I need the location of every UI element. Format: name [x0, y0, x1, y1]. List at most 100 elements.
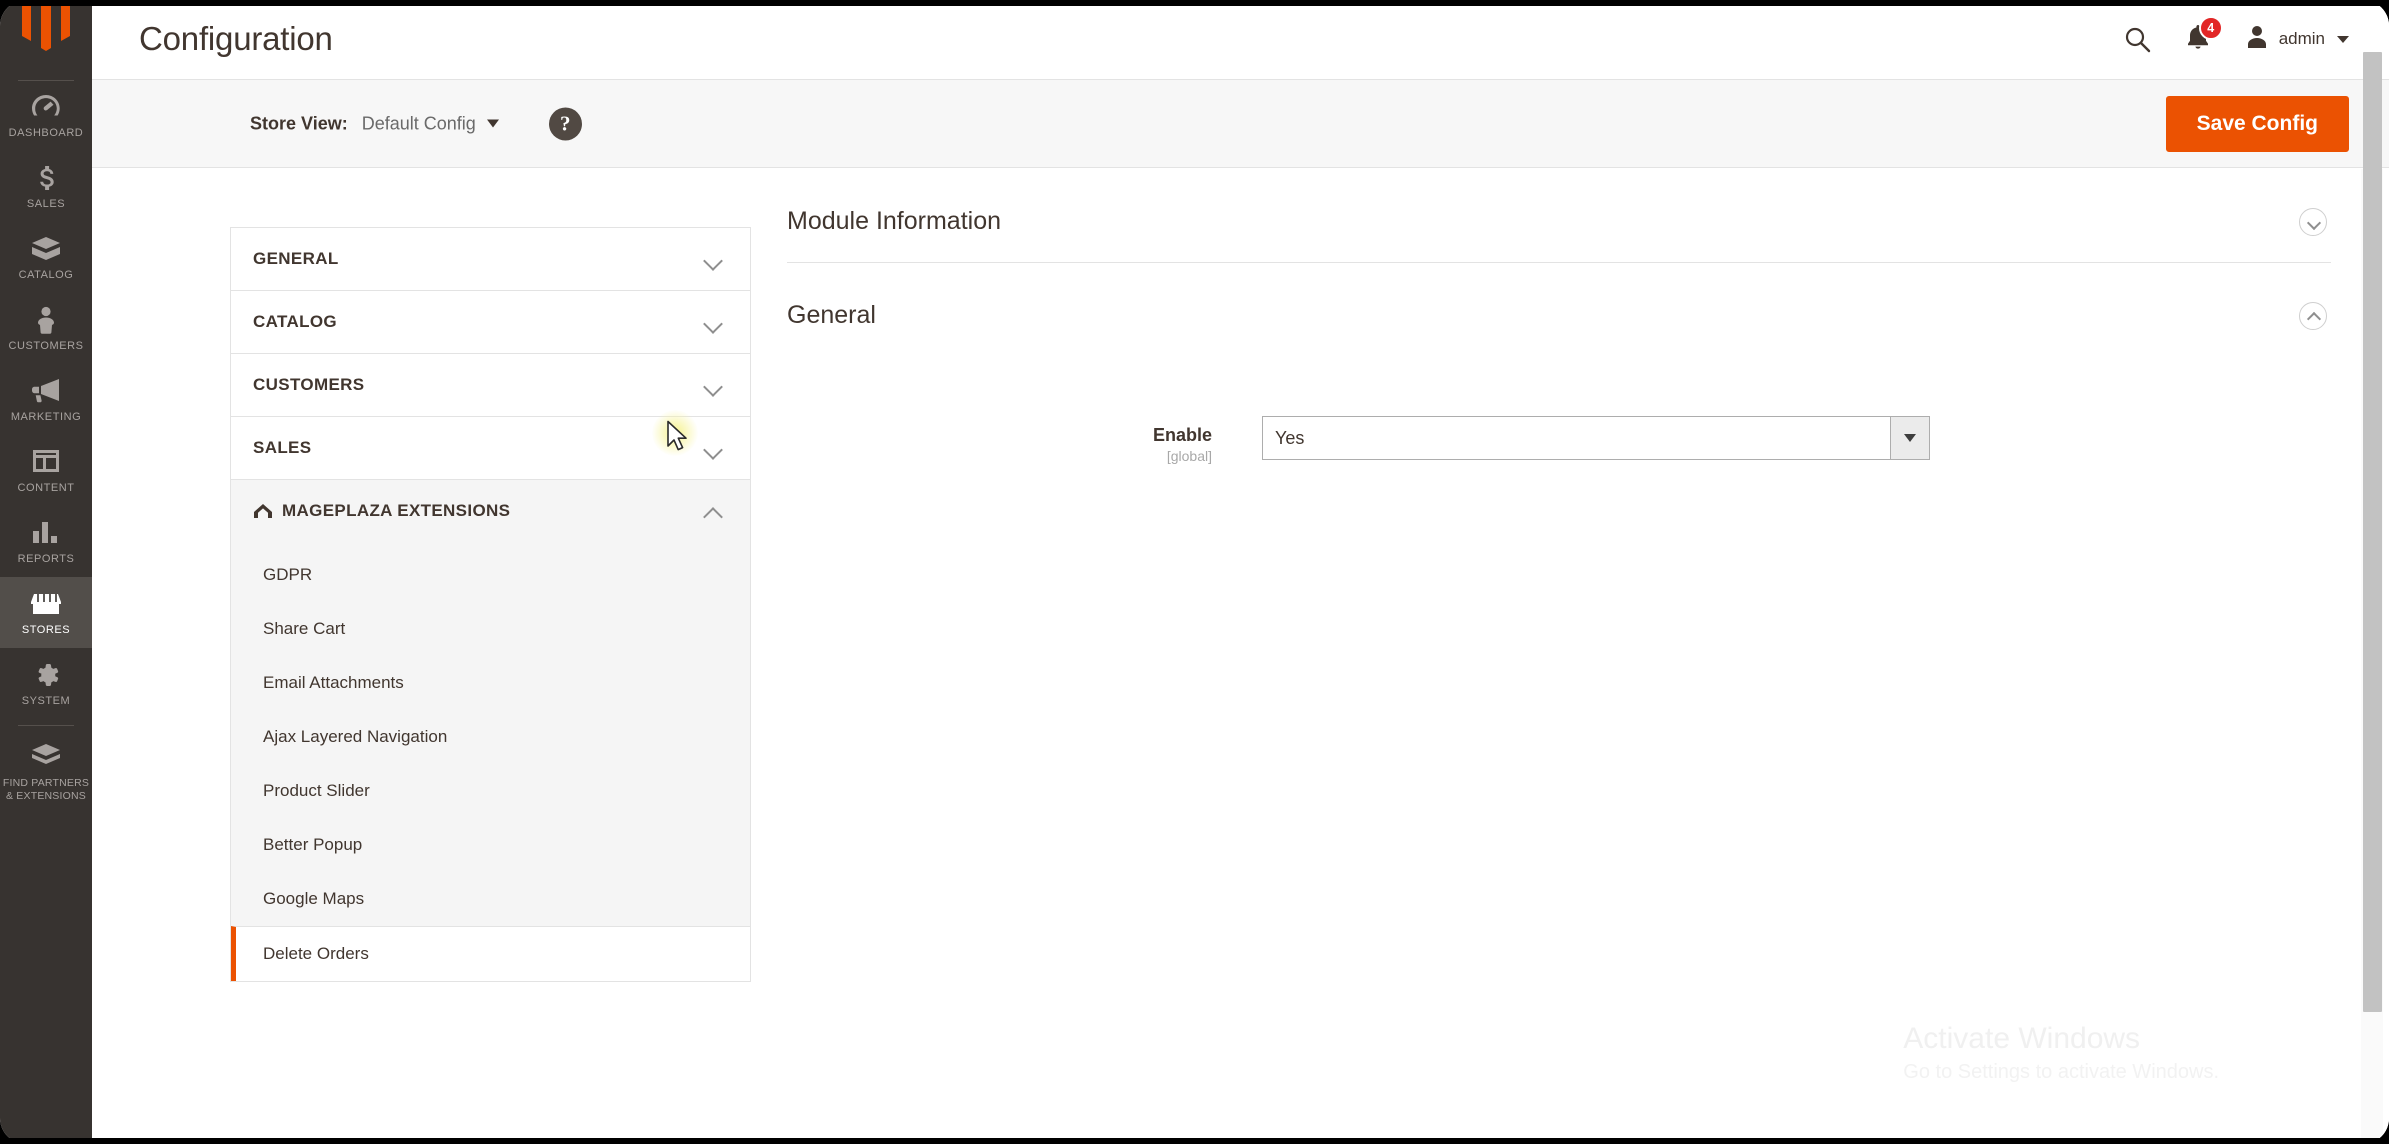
chevron-up-icon: [2299, 301, 2327, 330]
question-mark-icon[interactable]: ?: [548, 107, 582, 140]
sidebar-item-label: Sales: [26, 198, 66, 210]
sidebar-item-reports[interactable]: Reports: [0, 506, 92, 577]
storefront-icon: [2, 590, 90, 620]
page-body: General Catalog Customers: [92, 169, 2389, 1138]
sidebar-item-label: Marketing: [10, 411, 82, 423]
browser-window: Dashboard Sales Catalog Customers Market: [0, 0, 2389, 1144]
magento-logo-icon: [22, 6, 70, 51]
chevron-up-icon: [704, 506, 722, 516]
person-icon: [2, 306, 90, 336]
watermark-subtitle: Go to Settings to activate Windows.: [1903, 1061, 2219, 1083]
chevron-down-icon: [704, 317, 722, 327]
extension-block-icon: [2, 743, 90, 773]
section-general-header[interactable]: General: [787, 263, 2331, 356]
notifications-button[interactable]: 4: [2185, 15, 2223, 56]
config-subitem-share-cart[interactable]: Share Cart: [231, 602, 750, 656]
page-title: Configuration: [139, 20, 333, 57]
config-section-title: Customers: [253, 375, 365, 394]
store-view-selected-label: Default Config: [361, 113, 476, 133]
config-section-mageplaza-extensions: Mageplaza Extensions GDPR Share Cart Ema…: [231, 480, 750, 982]
chevron-down-icon: [486, 119, 499, 128]
admin-sidebar: Dashboard Sales Catalog Customers Market: [0, 6, 92, 1138]
save-config-button[interactable]: Save Config: [2165, 95, 2349, 152]
megaphone-icon: [2, 377, 90, 407]
nav-divider: [18, 80, 74, 81]
scrollbar-thumb[interactable]: [2363, 52, 2382, 1012]
sidebar-item-label: Customers: [8, 340, 84, 352]
config-subitem-ajax-layered-navigation[interactable]: Ajax Layered Navigation: [231, 710, 750, 764]
chevron-down-icon: [704, 380, 722, 390]
store-view-label: Store View:: [250, 113, 348, 133]
config-section-title: Mageplaza Extensions: [253, 501, 510, 521]
config-subitem-product-slider[interactable]: Product Slider: [231, 764, 750, 818]
search-icon[interactable]: [2124, 26, 2151, 53]
chevron-down-icon: [2299, 207, 2327, 236]
sidebar-item-label: Dashboard: [8, 127, 84, 139]
field-label-wrap: Enable [global]: [787, 416, 1262, 464]
config-section-mageplaza-extensions-header[interactable]: Mageplaza Extensions: [231, 480, 750, 542]
sidebar-item-label: Stores: [21, 624, 71, 636]
chevron-down-icon: [704, 254, 722, 264]
box-icon: [2, 235, 90, 265]
windows-activation-watermark: Activate Windows Go to Settings to activ…: [1903, 1020, 2219, 1086]
enable-select-arrow-button[interactable]: [1890, 416, 1930, 460]
sidebar-item-find-partners-extensions[interactable]: Find Partners & Extensions: [0, 730, 92, 814]
config-section-customers: Customers: [231, 354, 750, 417]
sidebar-item-marketing[interactable]: Marketing: [0, 364, 92, 435]
enable-select[interactable]: Yes: [1262, 416, 1890, 460]
sidebar-item-catalog[interactable]: Catalog: [0, 222, 92, 293]
sidebar-item-stores[interactable]: Stores: [0, 577, 92, 648]
field-row-enable: Enable [global] Yes: [787, 356, 2331, 464]
dollar-sign-icon: [2, 164, 90, 194]
config-subitem-gdpr[interactable]: GDPR: [231, 548, 750, 602]
user-name-label: admin: [2278, 29, 2325, 48]
bar-chart-icon: [2, 519, 90, 549]
chevron-down-icon: [704, 443, 722, 453]
gear-icon: [2, 661, 90, 691]
config-subitem-better-popup[interactable]: Better Popup: [231, 818, 750, 872]
sidebar-item-label: Find Partners & Extensions: [2, 777, 90, 802]
store-switcher: Store View: Default Config ?: [250, 107, 582, 140]
config-section-title: General: [253, 249, 339, 268]
config-subitem-delete-orders[interactable]: Delete Orders: [231, 926, 750, 981]
sidebar-item-system[interactable]: System: [0, 648, 92, 719]
sidebar-item-dashboard[interactable]: Dashboard: [0, 80, 92, 151]
sidebar-item-sales[interactable]: Sales: [0, 151, 92, 222]
sidebar-item-content[interactable]: Content: [0, 435, 92, 506]
config-section-customers-header[interactable]: Customers: [231, 354, 750, 416]
page-actions-bar: Store View: Default Config ? Save Config: [92, 80, 2389, 168]
magento-logo[interactable]: [0, 6, 92, 81]
store-view-dropdown[interactable]: Default Config: [362, 113, 499, 134]
config-section-title: Sales: [253, 438, 312, 457]
notification-count-badge: 4: [2198, 15, 2223, 40]
config-navigation: General Catalog Customers: [230, 227, 751, 982]
config-section-general-header[interactable]: General: [231, 228, 750, 290]
section-title: General: [787, 301, 876, 329]
config-section-sales: Sales: [231, 417, 750, 480]
config-section-title-text: Mageplaza Extensions: [282, 501, 511, 520]
user-menu[interactable]: admin: [2245, 24, 2349, 55]
watermark-title: Activate Windows: [1903, 1022, 2141, 1055]
config-section-sales-header[interactable]: Sales: [231, 417, 750, 479]
sidebar-item-label: Catalog: [18, 269, 74, 281]
mageplaza-logo-icon: [253, 503, 273, 519]
config-section-catalog-header[interactable]: Catalog: [231, 291, 750, 353]
config-section-title: Catalog: [253, 312, 337, 331]
user-avatar-icon: [2245, 24, 2269, 55]
sidebar-item-label: Content: [17, 482, 75, 494]
config-subitem-google-maps[interactable]: Google Maps: [231, 872, 750, 926]
enable-field-label: Enable: [1152, 425, 1212, 445]
config-subitem-email-attachments[interactable]: Email Attachments: [231, 656, 750, 710]
dashboard-gauge-icon: [2, 93, 90, 123]
sidebar-item-customers[interactable]: Customers: [0, 293, 92, 364]
sidebar-item-label: System: [21, 695, 71, 707]
section-general: General Enable [global] Yes: [787, 263, 2331, 464]
config-section-catalog: Catalog: [231, 291, 750, 354]
enable-select-wrap: Yes: [1262, 416, 1930, 460]
config-subitems-list: GDPR Share Cart Email Attachments Ajax L…: [231, 542, 750, 981]
layout-window-icon: [2, 448, 90, 478]
page-header: Configuration 4 admin: [92, 6, 2389, 80]
section-module-information-header[interactable]: Module Information: [787, 169, 2331, 263]
config-section-general: General: [231, 228, 750, 291]
section-module-information: Module Information: [787, 169, 2331, 263]
